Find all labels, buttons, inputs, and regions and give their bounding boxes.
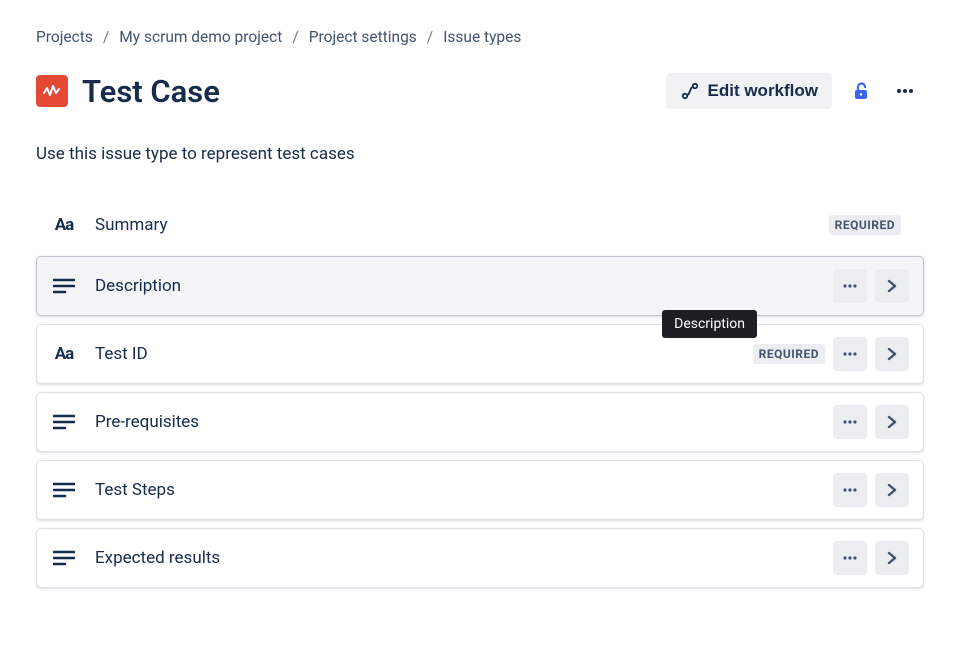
chevron-right-icon — [883, 277, 901, 295]
unlock-icon — [850, 80, 872, 102]
field-name-label: Summary — [95, 215, 829, 235]
chevron-right-icon — [883, 413, 901, 431]
field-expand-button[interactable] — [875, 405, 909, 439]
field-row-actions — [833, 473, 909, 507]
field-name-label: Test Steps — [95, 480, 833, 500]
field-row[interactable]: Test Steps — [36, 460, 924, 520]
text-field-icon: Aa — [51, 344, 77, 364]
fields-list: AaSummaryREQUIREDDescriptionDescriptionA… — [36, 202, 924, 588]
more-horizontal-icon — [840, 480, 860, 500]
field-name-label: Description — [95, 276, 833, 296]
paragraph-field-icon — [51, 413, 77, 431]
field-row[interactable]: Pre-requisites — [36, 392, 924, 452]
more-horizontal-icon — [840, 548, 860, 568]
field-tooltip: Description — [662, 310, 757, 338]
breadcrumb-separator: / — [427, 28, 433, 46]
breadcrumb: Projects / My scrum demo project / Proje… — [36, 28, 924, 46]
chevron-right-icon — [883, 481, 901, 499]
field-row-actions — [833, 541, 909, 575]
field-row-actions — [833, 337, 909, 371]
field-more-button[interactable] — [833, 541, 867, 575]
field-name-label: Test ID — [95, 344, 753, 364]
field-row[interactable]: DescriptionDescription — [36, 256, 924, 316]
field-row[interactable]: Expected results — [36, 528, 924, 588]
breadcrumb-link-projects[interactable]: Projects — [36, 28, 93, 46]
breadcrumb-link-project[interactable]: My scrum demo project — [119, 28, 282, 46]
breadcrumb-separator: / — [292, 28, 298, 46]
text-field-icon: Aa — [51, 215, 77, 235]
edit-workflow-button[interactable]: Edit workflow — [666, 73, 833, 109]
more-horizontal-icon — [840, 344, 860, 364]
more-actions-button[interactable] — [886, 72, 924, 110]
field-expand-button[interactable] — [875, 337, 909, 371]
page-title: Test Case — [82, 73, 666, 110]
field-name-label: Expected results — [95, 548, 833, 568]
workflow-icon — [680, 81, 700, 101]
field-more-button[interactable] — [833, 473, 867, 507]
paragraph-field-icon — [51, 481, 77, 499]
field-expand-button[interactable] — [875, 541, 909, 575]
breadcrumb-separator: / — [103, 28, 109, 46]
field-row[interactable]: Aa SummaryREQUIRED — [36, 202, 924, 248]
field-more-button[interactable] — [833, 269, 867, 303]
field-more-button[interactable] — [833, 405, 867, 439]
field-expand-button[interactable] — [875, 269, 909, 303]
more-horizontal-icon — [840, 412, 860, 432]
required-badge: REQUIRED — [829, 215, 901, 235]
breadcrumb-link-settings[interactable]: Project settings — [309, 28, 417, 46]
restrictions-button[interactable] — [842, 72, 880, 110]
field-row[interactable]: Aa Test IDREQUIRED — [36, 324, 924, 384]
paragraph-field-icon — [51, 277, 77, 295]
field-row-actions — [833, 269, 909, 303]
breadcrumb-link-issuetypes[interactable]: Issue types — [443, 28, 521, 46]
issue-type-description: Use this issue type to represent test ca… — [36, 144, 924, 164]
more-horizontal-icon — [840, 276, 860, 296]
page-header: Test Case Edit workflow — [36, 72, 924, 110]
field-row-actions — [833, 405, 909, 439]
field-expand-button[interactable] — [875, 473, 909, 507]
issue-type-icon — [36, 75, 68, 107]
more-horizontal-icon — [893, 79, 917, 103]
edit-workflow-label: Edit workflow — [708, 81, 819, 101]
field-more-button[interactable] — [833, 337, 867, 371]
paragraph-field-icon — [51, 549, 77, 567]
field-name-label: Pre-requisites — [95, 412, 833, 432]
required-badge: REQUIRED — [753, 344, 825, 364]
chevron-right-icon — [883, 345, 901, 363]
chevron-right-icon — [883, 549, 901, 567]
